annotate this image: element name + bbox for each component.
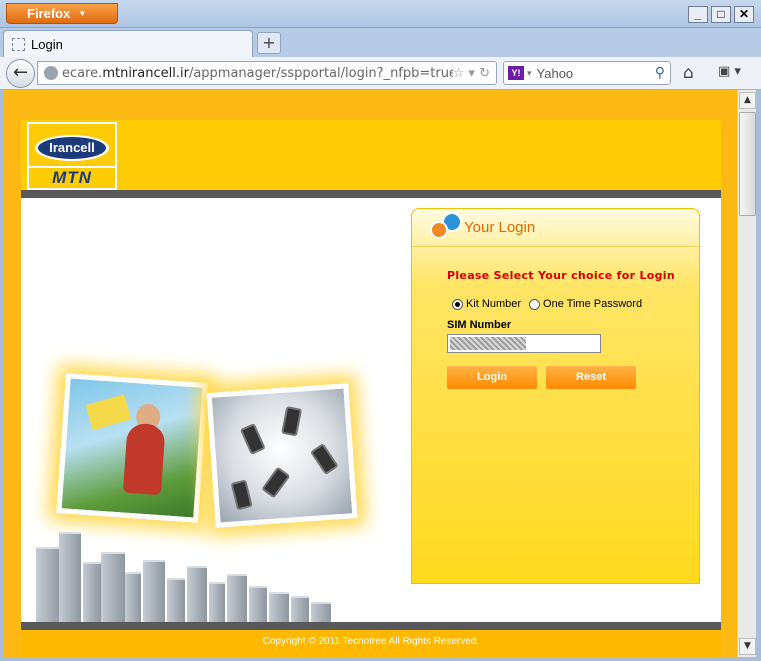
login-button[interactable]: Login bbox=[447, 366, 537, 389]
site-container: Irancell MTN Your Login Please Select Yo… bbox=[21, 120, 721, 657]
globe-icon bbox=[44, 66, 58, 80]
site-header: Irancell MTN bbox=[21, 120, 721, 190]
firefox-menu-label: Firefox bbox=[27, 6, 71, 21]
login-title: Your Login bbox=[464, 219, 536, 236]
footer-divider bbox=[21, 622, 721, 630]
tab-login[interactable]: Login bbox=[3, 30, 253, 57]
login-panel-header: Your Login bbox=[412, 209, 699, 247]
window-border bbox=[756, 90, 761, 661]
arrow-left-icon: ← bbox=[12, 62, 29, 83]
maximize-button[interactable]: □ bbox=[711, 6, 731, 23]
home-icon[interactable]: ⌂ bbox=[683, 63, 694, 83]
window-border bbox=[0, 90, 4, 661]
vertical-scrollbar[interactable]: ▲ ▼ bbox=[737, 90, 756, 657]
logo-text-irancell: Irancell bbox=[38, 137, 106, 159]
yahoo-engine-icon[interactable]: Y! bbox=[508, 66, 524, 80]
firefox-menu-button[interactable]: Firefox ▼ bbox=[6, 3, 118, 24]
back-button[interactable]: ← bbox=[6, 59, 35, 88]
login-choice-prompt: Please Select Your choice for Login bbox=[447, 269, 676, 282]
radio-label-one-time-password[interactable]: One Time Password bbox=[543, 298, 642, 310]
star-icon[interactable]: ☆ bbox=[453, 66, 465, 81]
sim-number-input[interactable] bbox=[447, 334, 601, 353]
reset-button[interactable]: Reset bbox=[546, 366, 636, 389]
radio-one-time-password[interactable] bbox=[529, 298, 541, 310]
scroll-down-icon[interactable]: ▼ bbox=[739, 638, 756, 655]
bookmarks-menu-icon[interactable]: ▣ ▾ bbox=[718, 64, 748, 82]
window-border bbox=[0, 657, 761, 661]
scroll-up-icon[interactable]: ▲ bbox=[739, 92, 756, 109]
key-globe-icon bbox=[430, 212, 462, 240]
header-divider bbox=[21, 190, 721, 198]
radio-label-kit-number[interactable]: Kit Number bbox=[466, 298, 521, 310]
scrollbar-thumb[interactable] bbox=[739, 112, 756, 216]
navigation-toolbar: ← ecare.mtnirancell.ir/appmanager/ssppor… bbox=[0, 57, 761, 90]
dropdown-icon[interactable]: ▾ bbox=[468, 66, 475, 81]
hero-photo-phones bbox=[206, 383, 358, 528]
search-engine-label: Yahoo bbox=[536, 65, 574, 81]
login-method-radios: Kit Number One Time Password bbox=[452, 298, 642, 310]
page-viewport: Irancell MTN Your Login Please Select Yo… bbox=[4, 90, 737, 657]
city-skyline-image bbox=[21, 528, 351, 622]
window-titlebar: Firefox ▼ _ □ ✕ bbox=[0, 0, 761, 28]
url-bar[interactable]: ecare.mtnirancell.ir/appmanager/sspporta… bbox=[37, 61, 497, 85]
redacted-value bbox=[450, 337, 526, 350]
login-panel: Your Login Please Select Your choice for… bbox=[411, 208, 700, 584]
site-footer: Copyright © 2011 Tecnotree All Rights Re… bbox=[21, 630, 721, 657]
logo-text-mtn: MTN bbox=[52, 168, 92, 187]
engine-dropdown-icon[interactable]: ▾ bbox=[527, 68, 532, 79]
tab-strip: Login + bbox=[0, 28, 761, 57]
chevron-down-icon: ▼ bbox=[78, 9, 87, 18]
url-text: ecare.mtnirancell.ir/appmanager/sspporta… bbox=[62, 65, 453, 81]
new-tab-button[interactable]: + bbox=[257, 32, 281, 54]
page-favicon-icon bbox=[12, 37, 25, 51]
main-content: Your Login Please Select Your choice for… bbox=[21, 198, 721, 622]
reload-icon[interactable]: ↻ bbox=[479, 66, 490, 81]
tab-title: Login bbox=[31, 36, 63, 52]
close-button[interactable]: ✕ bbox=[734, 6, 754, 23]
irancell-mtn-logo: Irancell MTN bbox=[27, 122, 117, 190]
radio-kit-number[interactable] bbox=[452, 298, 463, 310]
url-bar-icons: ☆ ▾ ↻ bbox=[453, 66, 490, 81]
hero-photo-person bbox=[56, 373, 208, 523]
search-icon[interactable]: ⚲ bbox=[655, 64, 665, 81]
sim-number-label: SIM Number bbox=[447, 319, 512, 331]
search-bar[interactable]: Y! ▾ Yahoo ⚲ bbox=[503, 61, 671, 85]
minimize-button[interactable]: _ bbox=[688, 6, 708, 23]
